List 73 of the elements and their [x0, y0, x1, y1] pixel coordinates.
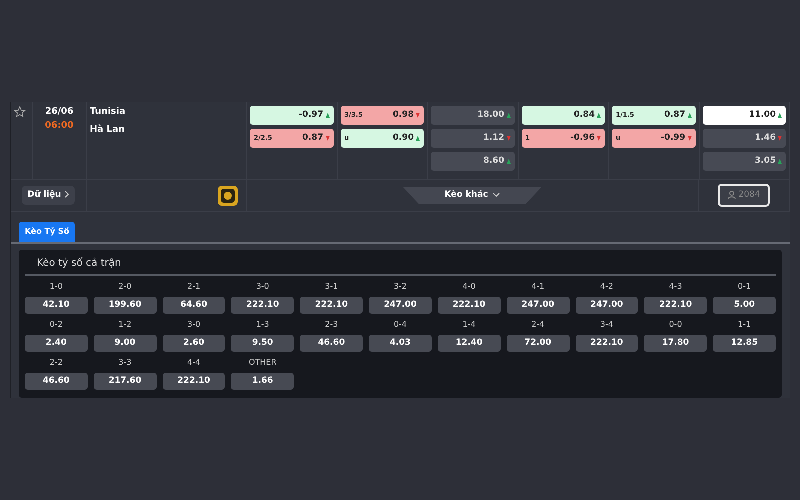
odds-button[interactable]: 9.00	[94, 335, 157, 352]
odds-button[interactable]: 1.12	[431, 129, 514, 148]
score-label: 4-0	[462, 281, 477, 293]
odds-button[interactable]: 1.66	[231, 373, 294, 390]
person-icon	[728, 190, 736, 199]
chevron-right-icon	[65, 191, 70, 198]
score-label: 4-3	[668, 281, 684, 293]
score-label: 4-4	[186, 357, 202, 369]
odds-button[interactable]: 8.60	[431, 152, 514, 171]
team-name: Tunisia	[90, 106, 127, 119]
odds-button[interactable]: 42.10	[25, 297, 88, 314]
odds-button[interactable]: 1.46	[702, 129, 786, 148]
score-label: 2-0	[118, 281, 133, 293]
odds-button[interactable]: 222.10	[438, 297, 501, 314]
star-icon[interactable]	[14, 106, 26, 118]
score-label: 3-0	[186, 319, 202, 331]
odds-button[interactable]: 222.10	[644, 297, 708, 314]
odds-button[interactable]: 46.60	[25, 373, 88, 390]
score-label: 3-4	[599, 319, 614, 331]
score-label: OTHER	[248, 357, 278, 369]
odds-button[interactable]: 4.03	[369, 335, 432, 352]
odds-button[interactable]: 222.10	[231, 297, 294, 314]
odds-button[interactable]: 217.60	[94, 373, 157, 390]
score-label: 0-1	[737, 281, 752, 293]
odds-button[interactable]: 64.60	[162, 297, 226, 314]
score-label: 2-3	[324, 319, 340, 331]
odds-button[interactable]: 222.10	[300, 297, 364, 314]
odds-button[interactable]: -0.97	[250, 106, 334, 125]
odds-button[interactable]: 12.85	[713, 335, 776, 352]
score-label: 3-3	[118, 357, 133, 369]
score-label: 4-1	[530, 281, 546, 293]
score-label: 2-1	[186, 281, 202, 293]
odds-button[interactable]: 3.05	[702, 152, 786, 171]
odds-button[interactable]: 247.00	[369, 297, 432, 314]
odds-button[interactable]: 9.50	[231, 335, 294, 352]
more-bets-button[interactable]: Kèo khác	[402, 186, 542, 204]
score-label: 1-0	[48, 281, 64, 293]
score-label: 1-3	[255, 319, 270, 331]
odds-button[interactable]: 17.80	[644, 335, 708, 352]
odds-button[interactable]: 222.10	[162, 373, 226, 390]
odds-button[interactable]: 72.00	[506, 335, 570, 352]
ai-icon[interactable]	[218, 186, 238, 206]
odds-button[interactable]: 222.10	[576, 335, 638, 352]
odds-button[interactable]: 11.00	[702, 106, 786, 125]
score-label: 0-2	[48, 319, 64, 331]
match-time: 06:00	[44, 120, 75, 132]
odds-button[interactable]: 18.00	[431, 106, 514, 125]
score-label: 1-2	[118, 319, 133, 331]
odds-button[interactable]: 2.40	[25, 335, 88, 352]
section-title: Kèo tỷ số cả trận	[25, 256, 776, 276]
score-label: 3-0	[255, 281, 270, 293]
score-label: 1-1	[737, 319, 752, 331]
score-label: 1-4	[462, 319, 477, 331]
tab[interactable]: Kèo Tỷ Số	[19, 222, 76, 242]
team-name: Hà Lan	[90, 124, 126, 137]
score-label: 3-2	[392, 281, 408, 293]
chevron-down-icon	[493, 192, 500, 197]
odds-button[interactable]: 199.60	[94, 297, 157, 314]
score-label: 0-4	[392, 319, 408, 331]
odds-button[interactable]: 46.60	[300, 335, 364, 352]
data-button[interactable]: Dữ liệu	[22, 186, 76, 205]
odds-button[interactable]: 2.60	[162, 335, 226, 352]
score-label: 4-2	[599, 281, 614, 293]
odds-button[interactable]: 5.00	[713, 297, 776, 314]
score-label: 2-2	[48, 357, 64, 369]
score-label: 0-0	[668, 319, 684, 331]
odds-button[interactable]: 247.00	[576, 297, 638, 314]
match-date: 26/06	[44, 106, 75, 119]
odds-button[interactable]: 247.00	[506, 297, 570, 314]
score-label: 3-1	[324, 281, 340, 293]
score-label: 2-4	[530, 319, 546, 331]
odds-button[interactable]: 0.84	[522, 106, 605, 125]
odds-button[interactable]: 12.40	[438, 335, 501, 352]
